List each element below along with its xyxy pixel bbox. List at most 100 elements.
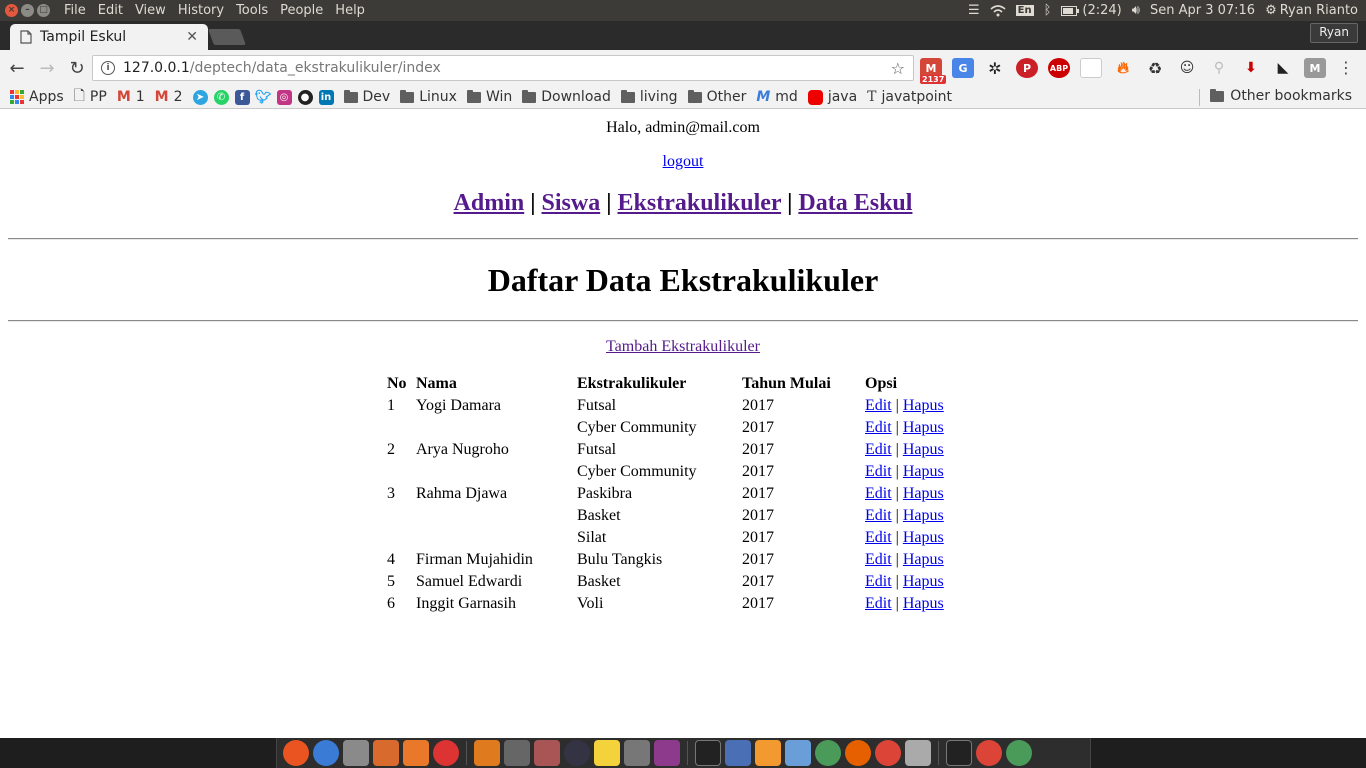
files-icon[interactable]	[343, 740, 369, 766]
mask-extension-icon[interactable]: ☺	[1176, 58, 1198, 78]
pinterest-icon[interactable]: P	[1016, 58, 1038, 78]
bookmark-gmail-2[interactable]: M 2	[155, 89, 183, 105]
wifi-icon[interactable]	[990, 4, 1006, 17]
address-bar[interactable]: i 127.0.0.1/deptech/data_ekstrakulikuler…	[92, 55, 914, 81]
edit-link[interactable]: Edit	[865, 551, 892, 568]
menu-tools[interactable]: Tools	[230, 3, 274, 18]
bookmark-linkedin[interactable]: in	[318, 89, 334, 105]
edit-link[interactable]: Edit	[865, 529, 892, 546]
virtualbox-icon[interactable]	[785, 740, 811, 766]
gimp-icon[interactable]	[624, 740, 650, 766]
download-extension-icon[interactable]: ⬇	[1240, 58, 1262, 78]
window-minimize-button[interactable]: –	[21, 4, 34, 17]
archive-icon[interactable]	[905, 740, 931, 766]
bookmark-javatpoint[interactable]: Tjavatpoint	[867, 89, 952, 105]
bookmark-md[interactable]: Mmd	[756, 89, 797, 105]
menu-file[interactable]: File	[58, 3, 92, 18]
delete-link[interactable]: Hapus	[903, 419, 944, 436]
boot-extension-icon[interactable]: ◣	[1272, 58, 1294, 78]
sticky-notes-icon[interactable]	[594, 740, 620, 766]
home-folder-icon[interactable]	[403, 740, 429, 766]
tab-close-icon[interactable]: ✕	[186, 29, 198, 45]
delete-link[interactable]: Hapus	[903, 507, 944, 524]
bookmark-folder-other[interactable]: Other	[687, 89, 746, 105]
bookmark-folder-win[interactable]: Win	[466, 89, 512, 105]
forward-button[interactable]: →	[34, 55, 60, 81]
notes-extension-icon[interactable]	[1080, 58, 1102, 78]
bookmark-github[interactable]: ●	[297, 89, 313, 105]
dolphin-icon[interactable]	[725, 740, 751, 766]
reload-button[interactable]: ↻	[64, 55, 90, 81]
delete-link[interactable]: Hapus	[903, 573, 944, 590]
fire-extension-icon[interactable]: 🔥︎	[1112, 58, 1134, 78]
folder-app-icon[interactable]	[373, 740, 399, 766]
bookmark-folder-download[interactable]: Download	[522, 89, 611, 105]
nav-data-eskul-link[interactable]: Data Eskul	[798, 190, 912, 216]
delete-link[interactable]: Hapus	[903, 397, 944, 414]
bookmark-folder-linux[interactable]: Linux	[400, 89, 457, 105]
bookmark-gmail-1[interactable]: M 1	[117, 89, 145, 105]
delete-link[interactable]: Hapus	[903, 595, 944, 612]
battery-indicator[interactable]: (2:24)	[1061, 3, 1122, 18]
delete-link[interactable]: Hapus	[903, 485, 944, 502]
steam-icon[interactable]	[564, 740, 590, 766]
bookmark-twitter[interactable]: 🐦︎	[255, 90, 272, 105]
edit-link[interactable]: Edit	[865, 573, 892, 590]
atom-icon[interactable]	[1006, 740, 1032, 766]
window-app-icon[interactable]	[654, 740, 680, 766]
software-center-icon[interactable]	[474, 740, 500, 766]
terminal-icon[interactable]	[695, 740, 721, 766]
bookmark-pp[interactable]: 🗋 PP	[74, 85, 107, 109]
atom-icon[interactable]	[815, 740, 841, 766]
recycle-extension-icon[interactable]: ♻	[1144, 58, 1166, 78]
volume-icon[interactable]: 🔊︎	[1132, 3, 1140, 18]
profile-button[interactable]: Ryan	[1310, 23, 1358, 43]
delete-link[interactable]: Hapus	[903, 529, 944, 546]
menu-people[interactable]: People	[274, 3, 329, 18]
window-maximize-button[interactable]: □	[37, 4, 50, 17]
edit-link[interactable]: Edit	[865, 441, 892, 458]
ubuntu-icon[interactable]	[283, 740, 309, 766]
keyboard-layout-indicator[interactable]: En	[1015, 5, 1034, 16]
chrome-icon[interactable]	[875, 740, 901, 766]
window-close-button[interactable]: ×	[5, 4, 18, 17]
firefox-icon[interactable]	[845, 740, 871, 766]
nav-admin-link[interactable]: Admin	[454, 190, 525, 216]
nav-ekstrakulikuler-link[interactable]: Ekstrakulikuler	[618, 190, 782, 216]
edit-link[interactable]: Edit	[865, 397, 892, 414]
menu-edit[interactable]: Edit	[92, 3, 129, 18]
menu-view[interactable]: View	[129, 3, 172, 18]
sort-icon[interactable]: ☰	[968, 3, 980, 18]
bookmark-apps[interactable]: Apps	[10, 89, 64, 105]
edit-link[interactable]: Edit	[865, 595, 892, 612]
tab-tampil-eskul[interactable]: Tampil Eskul ✕	[10, 24, 208, 50]
accessibility-icon[interactable]	[313, 740, 339, 766]
bookmark-star-icon[interactable]: ☆	[891, 59, 905, 78]
edit-link[interactable]: Edit	[865, 463, 892, 480]
browser-menu-icon[interactable]: ⋮	[1338, 58, 1354, 77]
add-ekstrakulikuler-link[interactable]: Tambah Ekstrakulikuler	[606, 338, 760, 355]
menu-help[interactable]: Help	[329, 3, 371, 18]
bookmark-telegram[interactable]: ➤	[192, 89, 208, 105]
site-info-icon[interactable]: i	[101, 61, 115, 75]
delete-link[interactable]: Hapus	[903, 463, 944, 480]
bookmark-instagram[interactable]: ◎	[276, 89, 292, 105]
back-button[interactable]: ←	[4, 55, 30, 81]
gmail-extension-icon[interactable]: M 2137	[920, 58, 947, 84]
bookmark-java[interactable]: java	[807, 89, 857, 105]
edit-link[interactable]: Edit	[865, 507, 892, 524]
mixer-icon[interactable]	[534, 740, 560, 766]
google-translate-icon[interactable]: G	[952, 58, 974, 78]
chrome-icon[interactable]	[976, 740, 1002, 766]
m-extension-icon[interactable]: M	[1304, 58, 1326, 78]
sublime-text-icon[interactable]	[755, 740, 781, 766]
user-menu[interactable]: ⚙ Ryan Rianto	[1265, 3, 1358, 18]
delete-link[interactable]: Hapus	[903, 441, 944, 458]
bookmark-folder-dev[interactable]: Dev	[343, 89, 390, 105]
menu-history[interactable]: History	[172, 3, 230, 18]
monitor-icon[interactable]	[504, 740, 530, 766]
new-tab-button[interactable]	[208, 29, 246, 45]
logout-link[interactable]: logout	[663, 153, 704, 170]
clock[interactable]: Sen Apr 3 07:16	[1150, 3, 1255, 18]
bookmark-whatsapp[interactable]: ✆	[213, 89, 229, 105]
